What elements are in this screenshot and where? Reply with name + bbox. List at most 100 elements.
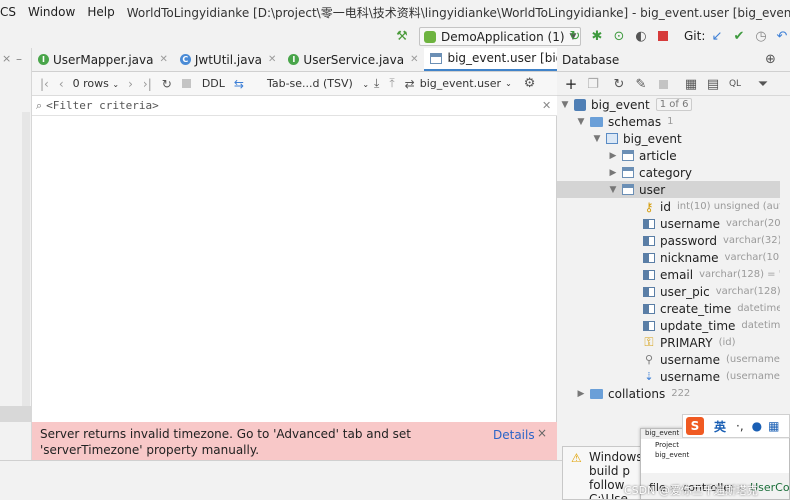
download-icon[interactable]: ⤓ (374, 76, 379, 91)
close-icon[interactable]: ✕ (159, 54, 167, 65)
column-name: user_pic (660, 284, 710, 299)
debug-icon[interactable]: ✱ (589, 28, 605, 44)
key-icon: ⚿ (644, 335, 654, 349)
chevron-down-icon[interactable]: ▼ (560, 100, 570, 110)
next-page-icon[interactable]: › (128, 77, 133, 91)
tree-node-collations[interactable]: ▶ collations 222 (576, 385, 691, 402)
revert-icon[interactable]: ↶ (774, 28, 790, 44)
tree-node-column[interactable]: username varchar(20) (643, 215, 785, 232)
sql-icon[interactable]: QL (727, 76, 743, 92)
close-icon[interactable]: ✕ (410, 54, 418, 65)
stop-icon[interactable] (655, 76, 671, 92)
chevron-right-icon[interactable]: ▶ (608, 151, 618, 161)
refresh-icon[interactable]: ↻ (162, 77, 172, 91)
chevron-down-icon[interactable]: ▼ (576, 117, 586, 127)
datasource-label[interactable]: big_event.user (420, 77, 501, 90)
ddl-button[interactable]: DDL (202, 77, 225, 90)
tree-node-table-selected[interactable]: ▼ user (608, 181, 666, 198)
tree-node-column[interactable]: password varchar(32) (643, 232, 782, 249)
tree-node-column[interactable]: email varchar(128) = '' (643, 266, 784, 283)
chevron-down-icon[interactable]: ▼ (608, 185, 618, 195)
profile-icon[interactable]: ◐ (633, 28, 649, 44)
history-icon[interactable]: ◷ (753, 28, 769, 44)
chevron-down-icon[interactable]: ▼ (592, 134, 602, 144)
tree-node-column[interactable]: ⚷ id int(10) unsigned (auto in (643, 198, 790, 215)
tab-jwtutil[interactable]: C JwtUtil.java ✕ (174, 48, 283, 71)
filter-bar[interactable]: ⌕ <Filter criteria> ✕ (32, 96, 557, 116)
gutter-scroll-track[interactable] (22, 112, 30, 412)
stop-icon[interactable] (181, 77, 191, 91)
hammer-icon[interactable]: ⚒ (394, 28, 410, 44)
chevron-right-icon[interactable]: ▶ (608, 168, 618, 178)
tree-node-column[interactable]: update_time datetime (643, 317, 787, 334)
key-name: username (660, 352, 720, 367)
copy-icon[interactable]: ❐ (585, 76, 601, 92)
rerun-icon[interactable]: ↻ (567, 28, 583, 44)
export-format-select[interactable]: Tab-se...d (TSV) ⌄ (267, 77, 369, 90)
error-message: Server returns invalid timezone. Go to '… (40, 427, 412, 457)
tree-node-schema[interactable]: ▼ big_event (592, 130, 682, 147)
chevron-right-icon[interactable]: ▶ (576, 389, 586, 399)
tree-node-column[interactable]: user_pic varchar(128) = '' (643, 283, 790, 300)
console-icon[interactable]: ▤ (705, 76, 721, 92)
schema-count-badge[interactable]: 1 of 6 (655, 98, 693, 111)
git-commit-icon[interactable]: ✔ (731, 28, 747, 44)
chevron-down-icon[interactable]: ⌄ (505, 79, 512, 88)
prev-page-icon[interactable]: ‹ (59, 77, 64, 91)
column-name: username (660, 216, 720, 231)
coverage-icon[interactable]: ⊙ (611, 28, 627, 44)
tab-userservice[interactable]: I UserService.java ✕ (282, 48, 424, 71)
tab-label: UserService.java (303, 52, 405, 67)
upload-icon[interactable]: ⤒ (389, 76, 394, 91)
minimize-icon[interactable]: – (16, 52, 22, 66)
column-icon (643, 252, 655, 263)
ime-language[interactable]: 英 (714, 418, 726, 435)
punctuation-icon[interactable]: ·, (736, 419, 744, 433)
last-page-icon[interactable]: ›| (143, 77, 152, 91)
data-grid-area[interactable] (32, 116, 557, 422)
microphone-icon[interactable]: ● (752, 419, 762, 433)
close-icon[interactable]: × (537, 425, 547, 441)
details-link[interactable]: Details (493, 427, 535, 443)
gear-icon[interactable]: ⊕ (765, 52, 776, 67)
chevron-down-icon: ⌄ (112, 80, 120, 89)
row-count-select[interactable]: 0 rows ⌄ (73, 77, 119, 90)
menu-item-vcs[interactable]: CS (0, 5, 22, 19)
gear-icon[interactable]: ⚙ (524, 76, 536, 91)
tree-node-column[interactable]: nickname varchar(10) = '' (643, 249, 790, 266)
tab-usermapper[interactable]: I UserMapper.java ✕ (32, 48, 174, 71)
stop-icon[interactable] (655, 28, 671, 44)
clear-filter-icon[interactable]: ✕ (542, 99, 551, 112)
tree-node-column[interactable]: create_time datetime (643, 300, 782, 317)
close-icon[interactable]: ✕ (268, 54, 276, 65)
tree-node-label: user (639, 182, 666, 197)
filter-icon[interactable]: ⏷ (755, 76, 771, 92)
keyboard-icon[interactable]: ▦ (768, 419, 779, 433)
menu-item-window[interactable]: Window (22, 5, 81, 19)
git-update-icon[interactable]: ↙ (709, 28, 725, 44)
run-config-select[interactable]: DemoApplication (1) ▼ (419, 27, 582, 46)
tree-node-datasource[interactable]: ▼ big_event 1 of 6 (560, 96, 693, 113)
table-view-icon[interactable]: ▦ (683, 76, 699, 92)
tree-scrollbar[interactable] (780, 96, 790, 396)
first-page-icon[interactable]: |‹ (40, 77, 49, 91)
tree-node-key[interactable]: ⚿ PRIMARY (id) (643, 334, 735, 351)
tree-node-index[interactable]: ⇣ username (username) UN (643, 368, 790, 385)
tree-node-table[interactable]: ▶ category (608, 164, 693, 181)
sync-icon[interactable]: ⇆ (234, 77, 244, 91)
close-icon[interactable]: × (2, 52, 11, 65)
tree-node-schemas[interactable]: ▼ schemas 1 (576, 113, 674, 130)
gutter-selected-strip (0, 406, 32, 422)
key-name: PRIMARY (660, 335, 713, 350)
tree-node-key[interactable]: ⚲ username (username) (643, 351, 784, 368)
transaction-icon[interactable]: ⇄ (405, 77, 415, 91)
tree-node-table[interactable]: ▶ article (608, 147, 677, 164)
ime-toolbar[interactable]: S 英 ·, ● ▦ (682, 414, 790, 438)
edit-icon[interactable]: ✎ (633, 76, 649, 92)
menu-item-help[interactable]: Help (81, 5, 120, 19)
filter-input[interactable]: <Filter criteria> (46, 99, 159, 112)
add-icon[interactable]: + (563, 75, 579, 93)
tab-big-event-user[interactable]: big_event.user [big_event] ✕ (424, 48, 557, 71)
refresh-icon[interactable]: ↻ (611, 76, 627, 92)
thumb-project: Project (655, 441, 679, 449)
